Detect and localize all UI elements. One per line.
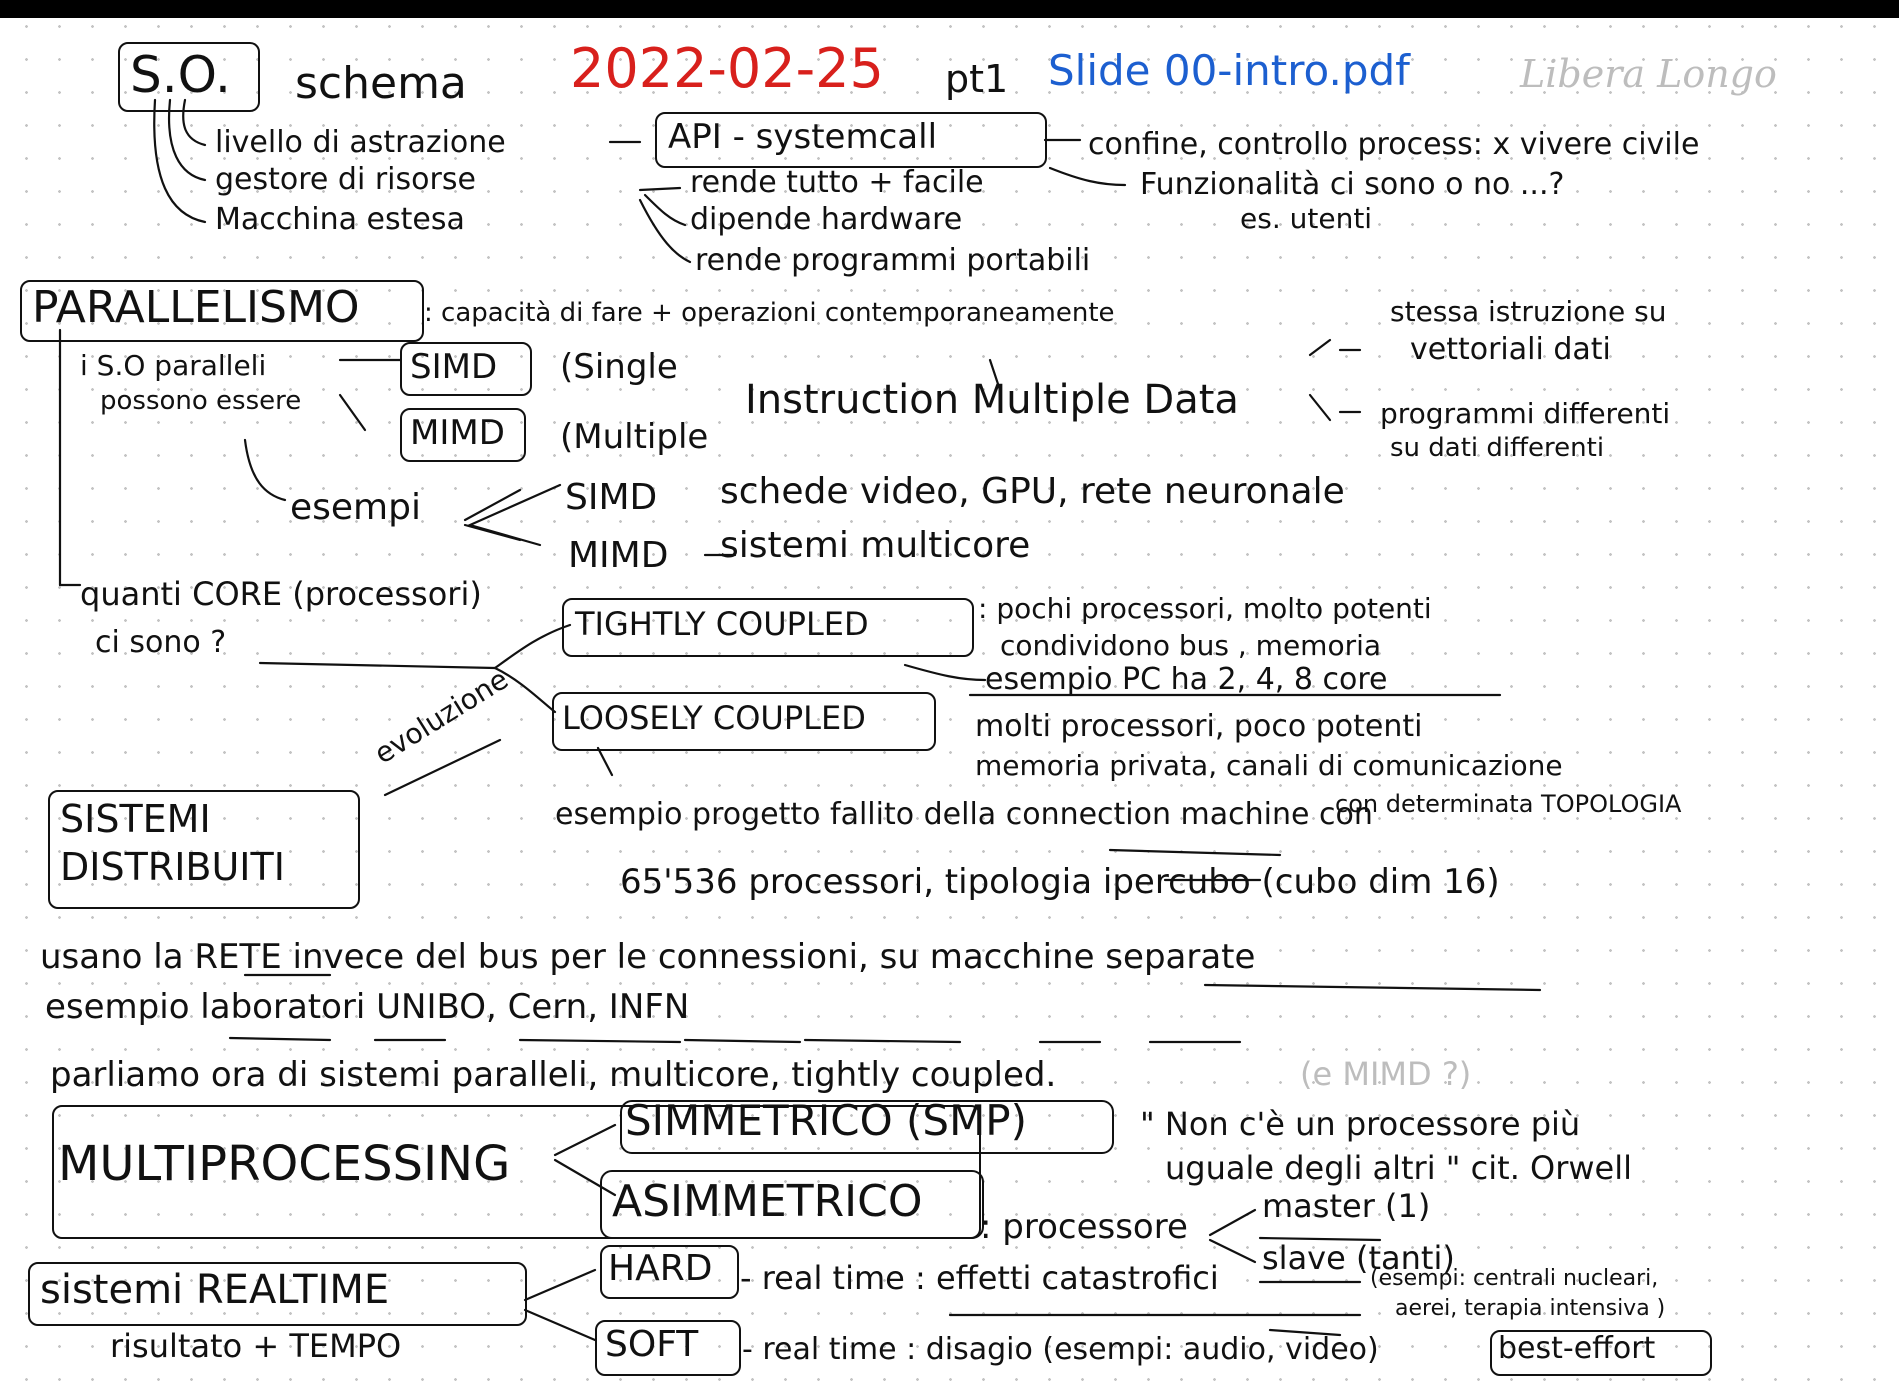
distribuiti-title-2: DISTRIBUITI bbox=[60, 845, 285, 889]
loosely-note-1: molti processori, poco potenti bbox=[975, 709, 1423, 744]
hard-label: HARD bbox=[608, 1248, 713, 1289]
hard-examples-1: (esempi: centrali nucleari, bbox=[1370, 1266, 1659, 1291]
orwell-quote-2: uguale degli altri " cit. Orwell bbox=[1165, 1149, 1633, 1187]
soft-text: - real time : disagio (esempi: audio, vi… bbox=[742, 1332, 1379, 1367]
realtime-subtitle: risultato + TEMPO bbox=[110, 1327, 402, 1365]
processore-label: : processore bbox=[980, 1207, 1188, 1247]
orwell-quote-1: " Non c'è un processore più bbox=[1140, 1105, 1581, 1143]
example-simd-text: schede video, GPU, rete neuronale bbox=[720, 471, 1345, 512]
loosely-note-2: memoria privata, canali di comunicazione bbox=[975, 749, 1563, 782]
tightly-box-text: TIGHTLY COUPLED bbox=[575, 605, 869, 643]
distribuiti-note-2: esempio laboratori UNIBO, Cern, INFN bbox=[45, 987, 690, 1027]
failed-example-2: 65'536 processori, tipologia ipercubo (c… bbox=[620, 862, 1500, 902]
failed-example-1: esempio progetto fallito della connectio… bbox=[555, 797, 1373, 832]
hard-examples-2: aerei, terapia intensiva ) bbox=[1395, 1296, 1666, 1321]
multiprocessing-intro: parliamo ora di sistemi paralleli, multi… bbox=[50, 1055, 1057, 1095]
cores-question-1: quanti CORE (processori) bbox=[80, 575, 482, 613]
best-effort-label: best-effort bbox=[1498, 1331, 1656, 1366]
tightly-note-1: : pochi processori, molto potenti bbox=[978, 592, 1432, 625]
multiprocessing-intro-gray: (e MIMD ?) bbox=[1300, 1055, 1472, 1093]
distribuiti-title-1: SISTEMI bbox=[60, 797, 211, 841]
realtime-title: sistemi REALTIME bbox=[40, 1267, 390, 1313]
multiprocessing-title: MULTIPROCESSING bbox=[58, 1136, 511, 1192]
asimmetrico-label: ASIMMETRICO bbox=[612, 1176, 923, 1227]
soft-label: SOFT bbox=[605, 1324, 699, 1365]
hard-text: - real time : effetti catastrofici bbox=[740, 1259, 1219, 1297]
cores-question-2: ci sono ? bbox=[95, 625, 227, 660]
master-label: master (1) bbox=[1262, 1187, 1431, 1225]
loosely-box-text: LOOSELY COUPLED bbox=[562, 699, 866, 737]
tightly-example: esempio PC ha 2, 4, 8 core bbox=[985, 662, 1388, 697]
example-mimd-text: sistemi multicore bbox=[720, 525, 1031, 566]
example-mimd-label: MIMD bbox=[568, 535, 669, 576]
distribuiti-note-1: usano la RETE invece del bus per le conn… bbox=[40, 937, 1256, 977]
example-simd-label: SIMD bbox=[565, 477, 658, 518]
simmetrico-label: SIMMETRICO (SMP) bbox=[625, 1096, 1028, 1145]
loosely-note-3: con determinata TOPOLOGIA bbox=[1335, 790, 1682, 818]
tightly-note-2: condividono bus , memoria bbox=[1000, 629, 1382, 662]
